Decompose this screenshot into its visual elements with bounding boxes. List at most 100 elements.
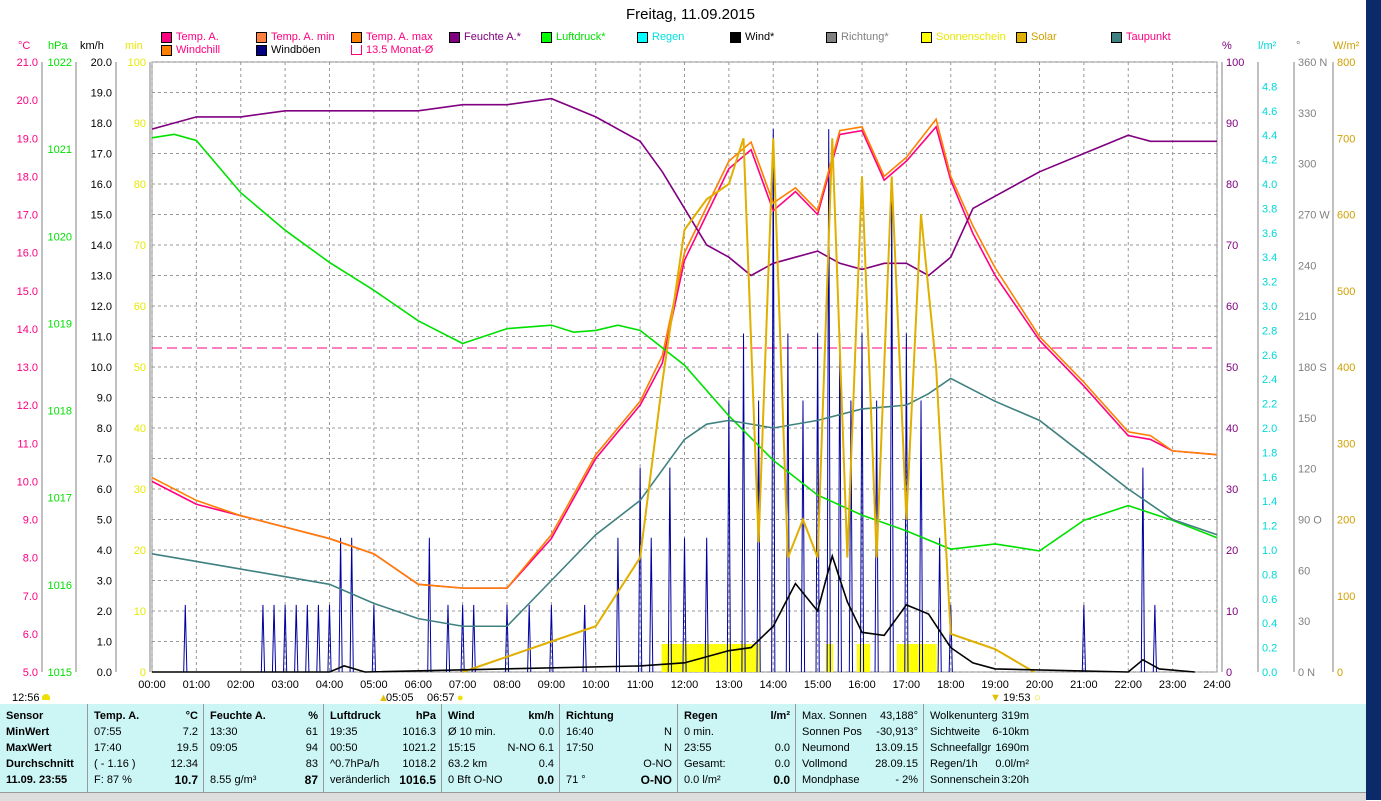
stats-header: Regen l/m² xyxy=(684,708,790,724)
y-tick-label-pct: 60 xyxy=(1226,301,1238,313)
y-tick-label-kmh: 10.0 xyxy=(91,362,112,374)
stats-time: Gesamt: xyxy=(684,758,726,770)
stats-label: Sonnen Pos xyxy=(802,726,862,738)
y-tick-label-c: 21.0 xyxy=(17,57,38,69)
stats-time: 0.0 l/m² xyxy=(684,774,721,786)
stats-value: 1016.3 xyxy=(402,726,436,738)
y-tick-label-kmh: 8.0 xyxy=(97,423,112,435)
sunrise-time: 06:57 xyxy=(427,692,455,704)
y-tick-label-lm2: 4.8 xyxy=(1262,81,1277,93)
stats-label: Mondphase xyxy=(802,774,860,786)
x-tick-label: 02:00 xyxy=(227,679,255,691)
y-tick-label-kmh: 20.0 xyxy=(91,57,112,69)
stats-header-label: Luftdruck xyxy=(330,710,381,722)
stats-col-sensor: Sensor MinWert MaxWert Durchschnitt 11.09. 2… xyxy=(0,704,88,792)
y-tick-label-pct: 40 xyxy=(1226,423,1238,435)
stats-value: 94 xyxy=(305,742,318,754)
stats-row: 83 xyxy=(210,756,318,772)
stats-col-hum: Feuchte A.% 13:30 61 09:05 94 83 8.55 g/m³ 87 xyxy=(204,704,324,792)
y-tick-label-kmh: 0.0 xyxy=(97,667,112,679)
y-tick-label-min: 40 xyxy=(134,423,146,435)
stats-row: 0.0 l/m² 0.0 xyxy=(684,772,790,788)
y-tick-label-pct: 100 xyxy=(1226,57,1244,69)
stats-row: O-NO xyxy=(566,756,672,772)
stats-value: 0.0l/m² xyxy=(995,758,1029,770)
window-edge xyxy=(1366,0,1381,800)
civil-dawn-time: 05:05 xyxy=(386,692,414,704)
y-tick-label-lm2: 2.4 xyxy=(1262,374,1277,386)
y-tick-label-hpa: 1019 xyxy=(48,318,72,330)
y-tick-label-deg: 270 W xyxy=(1298,210,1330,222)
y-tick-label-kmh: 19.0 xyxy=(91,88,112,100)
y-tick-label-min: 50 xyxy=(134,362,146,374)
y-tick-label-kmh: 13.0 xyxy=(91,271,112,283)
stats-value: 83 xyxy=(305,758,318,770)
stats-row: Neumond 13.09.15 xyxy=(802,740,918,756)
y-tick-label-deg: 60 xyxy=(1298,565,1310,577)
y-tick-label-wm2: 100 xyxy=(1337,591,1355,603)
y-tick-label-c: 9.0 xyxy=(23,515,38,527)
y-tick-label-pct: 80 xyxy=(1226,179,1238,191)
x-tick-label: 19:00 xyxy=(981,679,1009,691)
stats-row: Gesamt: 0.0 xyxy=(684,756,790,772)
stats-row: 17:50 N xyxy=(566,740,672,756)
stats-value: 12.34 xyxy=(170,758,198,770)
y-tick-label-min: 80 xyxy=(134,179,146,191)
stats-header-unit: hPa xyxy=(415,710,436,722)
x-tick-label: 07:00 xyxy=(449,679,477,691)
y-tick-label-lm2: 0.2 xyxy=(1262,643,1277,655)
stats-header-label: Temp. A. xyxy=(94,710,140,722)
y-tick-label-deg: 180 S xyxy=(1298,362,1327,374)
stats-time: ^0.7hPa/h xyxy=(330,758,380,770)
stats-header-label: Feuchte A. xyxy=(210,710,266,722)
stats-time: 8.55 g/m³ xyxy=(210,774,257,786)
stats-header-label: Richtung xyxy=(566,710,614,722)
stats-label: Vollmond xyxy=(802,758,848,770)
stats-time: 23:55 xyxy=(684,742,712,754)
stats-row: ^0.7hPa/h 1018.2 xyxy=(330,756,436,772)
y-tick-label-kmh: 11.0 xyxy=(91,332,112,344)
y-tick-label-min: 70 xyxy=(134,240,146,252)
y-tick-label-c: 14.0 xyxy=(17,324,38,336)
stats-row: 00:50 1021.2 xyxy=(330,740,436,756)
stats-value: 1018.2 xyxy=(402,758,436,770)
stats-col-temp: Temp. A. °C 07:55 7.2 17:40 19.5 ( - 1.16 ) 12.… xyxy=(88,704,204,792)
stats-row: 23:55 0.0 xyxy=(684,740,790,756)
stats-time: Ø 10 min. xyxy=(448,726,496,738)
y-tick-label-lm2: 1.4 xyxy=(1262,496,1277,508)
sun-moon-times: 12:56 ▲ 05:05 06:57 ● ▼ 19:53 ○ xyxy=(0,692,1366,704)
stats-label: Sonnenschein xyxy=(930,774,1000,786)
stats-value: 0.0 xyxy=(538,726,554,738)
stats-header-label: Wind xyxy=(448,710,475,722)
y-tick-label-c: 13.0 xyxy=(17,362,38,374)
y-tick-label-hpa: 1015 xyxy=(48,667,72,679)
y-tick-label-hpa: 1022 xyxy=(48,57,72,69)
y-tick-label-c: 16.0 xyxy=(17,248,38,260)
y-tick-label-lm2: 4.4 xyxy=(1262,130,1277,142)
stats-time: 17:50 xyxy=(566,742,594,754)
stats-value: N xyxy=(664,742,672,754)
y-tick-label-kmh: 2.0 xyxy=(97,606,112,618)
y-tick-label-kmh: 18.0 xyxy=(91,118,112,130)
stats-row: 07:55 7.2 xyxy=(94,724,198,740)
y-tick-label-wm2: 200 xyxy=(1337,515,1355,527)
y-tick-label-lm2: 3.0 xyxy=(1262,301,1277,313)
y-tick-label-pct: 20 xyxy=(1226,545,1238,557)
stats-row: Max. Sonnen 43,188° xyxy=(802,708,918,724)
stats-value: 6-10km xyxy=(992,726,1029,738)
y-tick-label-lm2: 3.2 xyxy=(1262,277,1277,289)
y-tick-label-lm2: 2.2 xyxy=(1262,399,1277,411)
stats-value: 10.7 xyxy=(174,773,198,787)
stats-value: 87 xyxy=(304,773,318,787)
stats-row: 16:40 N xyxy=(566,724,672,740)
stats-value: 1021.2 xyxy=(402,742,436,754)
y-tick-label-c: 19.0 xyxy=(17,133,38,145)
x-tick-label: 08:00 xyxy=(493,679,521,691)
x-tick-label: 05:00 xyxy=(360,679,388,691)
stats-row: ( - 1.16 ) 12.34 xyxy=(94,756,198,772)
stats-row: Sichtweite 6-10km xyxy=(930,724,1029,740)
stats-row: 8.55 g/m³ 87 xyxy=(210,772,318,788)
y-tick-label-kmh: 5.0 xyxy=(97,515,112,527)
stats-value: - 2% xyxy=(895,774,918,786)
stats-row-label: 11.09. 23:55 xyxy=(6,774,68,786)
